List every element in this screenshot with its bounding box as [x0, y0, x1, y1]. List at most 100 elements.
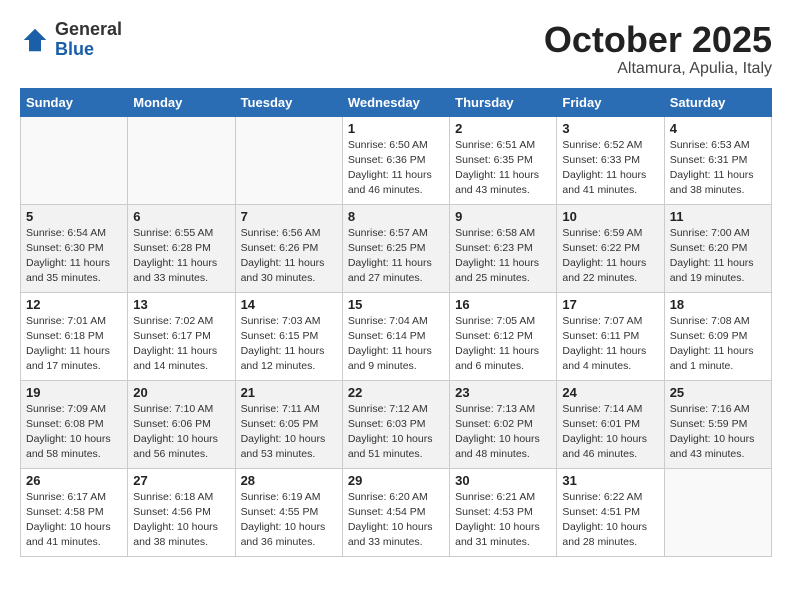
day-number: 25: [670, 385, 766, 400]
calendar-cell: 21Sunrise: 7:11 AM Sunset: 6:05 PM Dayli…: [235, 380, 342, 468]
weekday-header: Wednesday: [342, 88, 449, 116]
weekday-header: Tuesday: [235, 88, 342, 116]
day-number: 12: [26, 297, 122, 312]
day-number: 22: [348, 385, 444, 400]
calendar-week-row: 5 Sunrise: 6:54 AM Sunset: 6:30 PM Daylig…: [21, 204, 772, 292]
day-info: Sunrise: 7:05 AM Sunset: 6:12 PM Dayligh…: [455, 314, 551, 375]
day-number: 17: [562, 297, 658, 312]
calendar-cell: 19Sunrise: 7:09 AM Sunset: 6:08 PM Dayli…: [21, 380, 128, 468]
calendar-cell: 20 Sunrise: 7:10 AM Sunset: 6:06 PM Dayli…: [128, 380, 235, 468]
day-number: 7: [241, 209, 337, 224]
day-info: Sunrise: 6:53 AM Sunset: 6:31 PM Dayligh…: [670, 138, 766, 199]
day-number: 28: [241, 473, 337, 488]
calendar-cell: 2 Sunrise: 6:51 AM Sunset: 6:35 PM Daylig…: [450, 116, 557, 204]
calendar-cell: 4 Sunrise: 6:53 AM Sunset: 6:31 PM Daylig…: [664, 116, 771, 204]
day-info: Sunrise: 6:21 AM Sunset: 4:53 PM Dayligh…: [455, 490, 551, 551]
day-number: 20: [133, 385, 229, 400]
calendar-cell: 22 Sunrise: 7:12 AM Sunset: 6:03 PM Dayli…: [342, 380, 449, 468]
title-block: October 2025 Altamura, Apulia, Italy: [544, 20, 772, 78]
day-number: 23: [455, 385, 551, 400]
calendar-cell: [235, 116, 342, 204]
day-info: Sunrise: 6:54 AM Sunset: 6:30 PM Dayligh…: [26, 226, 122, 287]
calendar-cell: [664, 468, 771, 556]
logo-general: General: [55, 20, 122, 40]
logo-blue: Blue: [55, 40, 122, 60]
weekday-header: Sunday: [21, 88, 128, 116]
day-number: 6: [133, 209, 229, 224]
day-info: Sunrise: 7:01 AM Sunset: 6:18 PM Dayligh…: [26, 314, 122, 375]
calendar-cell: 24Sunrise: 7:14 AM Sunset: 6:01 PM Dayli…: [557, 380, 664, 468]
calendar-cell: [21, 116, 128, 204]
day-number: 8: [348, 209, 444, 224]
calendar-cell: 5 Sunrise: 6:54 AM Sunset: 6:30 PM Daylig…: [21, 204, 128, 292]
day-number: 3: [562, 121, 658, 136]
day-info: Sunrise: 6:19 AM Sunset: 4:55 PM Dayligh…: [241, 490, 337, 551]
calendar-table: SundayMondayTuesdayWednesdayThursdayFrid…: [20, 88, 772, 557]
calendar-cell: 10 Sunrise: 6:59 AM Sunset: 6:22 PM Dayli…: [557, 204, 664, 292]
day-number: 4: [670, 121, 766, 136]
calendar-cell: 29Sunrise: 6:20 AM Sunset: 4:54 PM Dayli…: [342, 468, 449, 556]
calendar-cell: 13Sunrise: 7:02 AM Sunset: 6:17 PM Dayli…: [128, 292, 235, 380]
day-number: 11: [670, 209, 766, 224]
calendar-cell: 7 Sunrise: 6:56 AM Sunset: 6:26 PM Daylig…: [235, 204, 342, 292]
day-info: Sunrise: 6:56 AM Sunset: 6:26 PM Dayligh…: [241, 226, 337, 287]
weekday-header: Thursday: [450, 88, 557, 116]
calendar-cell: 17 Sunrise: 7:07 AM Sunset: 6:11 PM Dayli…: [557, 292, 664, 380]
calendar-cell: 30 Sunrise: 6:21 AM Sunset: 4:53 PM Dayli…: [450, 468, 557, 556]
day-info: Sunrise: 6:18 AM Sunset: 4:56 PM Dayligh…: [133, 490, 229, 551]
day-info: Sunrise: 6:50 AM Sunset: 6:36 PM Dayligh…: [348, 138, 444, 199]
day-info: Sunrise: 6:20 AM Sunset: 4:54 PM Dayligh…: [348, 490, 444, 551]
day-info: Sunrise: 7:03 AM Sunset: 6:15 PM Dayligh…: [241, 314, 337, 375]
day-info: Sunrise: 7:04 AM Sunset: 6:14 PM Dayligh…: [348, 314, 444, 375]
calendar-week-row: 12 Sunrise: 7:01 AM Sunset: 6:18 PM Dayli…: [21, 292, 772, 380]
calendar-cell: 12 Sunrise: 7:01 AM Sunset: 6:18 PM Dayli…: [21, 292, 128, 380]
day-number: 18: [670, 297, 766, 312]
calendar-cell: 15 Sunrise: 7:04 AM Sunset: 6:14 PM Dayli…: [342, 292, 449, 380]
day-number: 9: [455, 209, 551, 224]
calendar-cell: 28 Sunrise: 6:19 AM Sunset: 4:55 PM Dayli…: [235, 468, 342, 556]
calendar-cell: 16 Sunrise: 7:05 AM Sunset: 6:12 PM Dayli…: [450, 292, 557, 380]
weekday-header: Friday: [557, 88, 664, 116]
day-info: Sunrise: 6:22 AM Sunset: 4:51 PM Dayligh…: [562, 490, 658, 551]
day-info: Sunrise: 6:51 AM Sunset: 6:35 PM Dayligh…: [455, 138, 551, 199]
location-subtitle: Altamura, Apulia, Italy: [544, 60, 772, 78]
day-number: 19: [26, 385, 122, 400]
calendar-cell: 11Sunrise: 7:00 AM Sunset: 6:20 PM Dayli…: [664, 204, 771, 292]
day-number: 10: [562, 209, 658, 224]
day-info: Sunrise: 7:16 AM Sunset: 5:59 PM Dayligh…: [670, 402, 766, 463]
day-info: Sunrise: 7:08 AM Sunset: 6:09 PM Dayligh…: [670, 314, 766, 375]
day-info: Sunrise: 6:59 AM Sunset: 6:22 PM Dayligh…: [562, 226, 658, 287]
day-number: 21: [241, 385, 337, 400]
day-number: 14: [241, 297, 337, 312]
day-number: 27: [133, 473, 229, 488]
calendar-cell: 25 Sunrise: 7:16 AM Sunset: 5:59 PM Dayli…: [664, 380, 771, 468]
logo-text: General Blue: [55, 20, 122, 60]
day-info: Sunrise: 6:52 AM Sunset: 6:33 PM Dayligh…: [562, 138, 658, 199]
page-header: General Blue October 2025 Altamura, Apul…: [20, 20, 772, 78]
month-title: October 2025: [544, 20, 772, 60]
weekday-header-row: SundayMondayTuesdayWednesdayThursdayFrid…: [21, 88, 772, 116]
calendar-cell: 9 Sunrise: 6:58 AM Sunset: 6:23 PM Daylig…: [450, 204, 557, 292]
day-info: Sunrise: 6:58 AM Sunset: 6:23 PM Dayligh…: [455, 226, 551, 287]
calendar-cell: 23Sunrise: 7:13 AM Sunset: 6:02 PM Dayli…: [450, 380, 557, 468]
day-number: 24: [562, 385, 658, 400]
day-number: 31: [562, 473, 658, 488]
day-info: Sunrise: 7:02 AM Sunset: 6:17 PM Dayligh…: [133, 314, 229, 375]
day-number: 26: [26, 473, 122, 488]
calendar-cell: 1Sunrise: 6:50 AM Sunset: 6:36 PM Daylig…: [342, 116, 449, 204]
calendar-cell: 3 Sunrise: 6:52 AM Sunset: 6:33 PM Daylig…: [557, 116, 664, 204]
calendar-cell: 18 Sunrise: 7:08 AM Sunset: 6:09 PM Dayli…: [664, 292, 771, 380]
calendar-cell: 6Sunrise: 6:55 AM Sunset: 6:28 PM Daylig…: [128, 204, 235, 292]
weekday-header: Saturday: [664, 88, 771, 116]
day-info: Sunrise: 7:10 AM Sunset: 6:06 PM Dayligh…: [133, 402, 229, 463]
calendar-cell: [128, 116, 235, 204]
day-number: 15: [348, 297, 444, 312]
day-info: Sunrise: 7:07 AM Sunset: 6:11 PM Dayligh…: [562, 314, 658, 375]
day-number: 30: [455, 473, 551, 488]
day-number: 2: [455, 121, 551, 136]
calendar-cell: 26Sunrise: 6:17 AM Sunset: 4:58 PM Dayli…: [21, 468, 128, 556]
calendar-cell: 31 Sunrise: 6:22 AM Sunset: 4:51 PM Dayli…: [557, 468, 664, 556]
day-number: 16: [455, 297, 551, 312]
day-number: 5: [26, 209, 122, 224]
day-info: Sunrise: 7:12 AM Sunset: 6:03 PM Dayligh…: [348, 402, 444, 463]
